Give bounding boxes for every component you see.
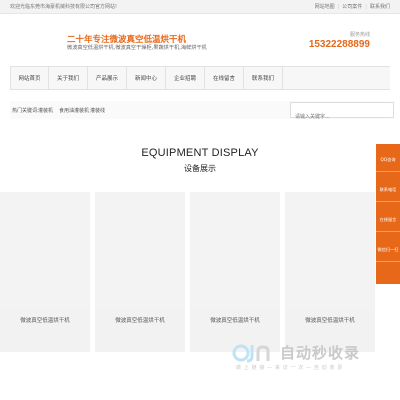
product-card[interactable]: 微波真空低温烘干机 [95,192,185,352]
nav-item-about[interactable]: 关于我们 [49,67,88,89]
section-subtitle: 设备展示 [184,164,216,173]
top-links: 网站地图 | 公司案件 | 联系我们 [315,3,390,10]
product-caption: 微波真空低温烘干机 [20,318,70,324]
side-item-wechat[interactable]: 微信扫一扫 [376,238,400,262]
product-image-placeholder [285,192,375,310]
product-image-placeholder [95,192,185,310]
product-caption: 微波真空低温烘干机 [210,318,260,324]
nav-item-contact[interactable]: 联系我们 [244,67,283,89]
side-item-message[interactable]: 在线留言 [376,208,400,232]
product-caption: 微波真空低温烘干机 [115,318,165,324]
hot-keyword-link[interactable]: 灌装线 [90,107,105,114]
hot-keywords-label: 热门关键词: [12,108,39,114]
side-item-qq[interactable]: QQ咨询 [376,148,400,172]
nav-item-news[interactable]: 新闻中心 [127,67,166,89]
top-link-sitemap[interactable]: 网站地图 [315,4,335,10]
product-grid: 微波真空低温烘干机 微波真空低温烘干机 微波真空低温烘干机 微波真空低温烘干机 [0,192,400,352]
product-image-placeholder [190,192,280,310]
nav-item-jobs[interactable]: 企业招聘 [166,67,205,89]
search-input[interactable] [291,110,393,124]
product-card[interactable]: 微波真空低温烘干机 [190,192,280,352]
nav-item-products[interactable]: 产品展示 [88,67,127,89]
divider: | [365,4,367,10]
top-link-cases[interactable]: 公司案件 [342,4,362,10]
nav-item-message[interactable]: 在线留言 [205,67,244,89]
hot-keyword-link[interactable]: 食用油灌装机 [59,107,89,114]
section-title: EQUIPMENT DISPLAY [141,147,259,159]
hot-keyword-link[interactable]: 灌装机 [38,107,53,114]
nav-item-home[interactable]: 网站首页 [10,67,49,89]
brand-subtitle: 微波真空低温烘干机,微波真空干燥柜,果蔬烘干机,海鲜烘干机 [67,45,207,51]
watermark-sub-text: 做 上 链 接 — 来 访 一 次 — 自 动 收 录 [236,365,343,371]
hotline-label: 服务热线 [349,32,370,38]
hotline-number: 15322288899 [308,39,370,50]
welcome-text: 欢迎光临东莞市海豪机械科技有限公司官方网站! [10,4,118,10]
top-link-contact[interactable]: 联系我们 [370,4,390,10]
product-image-placeholder [0,192,90,310]
side-item-phone[interactable]: 联系电话 [376,178,400,202]
product-caption: 微波真空低温烘干机 [305,318,355,324]
hot-keywords-bar: 热门关键词: 灌装机 食用油灌装机 灌装线 [10,101,394,124]
search-box [290,102,394,124]
main-nav: 网站首页 关于我们 产品展示 新闻中心 企业招聘 在线留言 联系我们 [10,66,390,90]
product-card[interactable]: 微波真空低温烘干机 [0,192,90,352]
product-card[interactable]: 微波真空低温烘干机 [285,192,375,352]
top-bar: 欢迎光临东莞市海豪机械科技有限公司官方网站! 网站地图 | 公司案件 | 联系我们 [0,0,400,14]
floating-service-panel: QQ咨询 联系电话 在线留言 微信扫一扫 [376,144,400,284]
